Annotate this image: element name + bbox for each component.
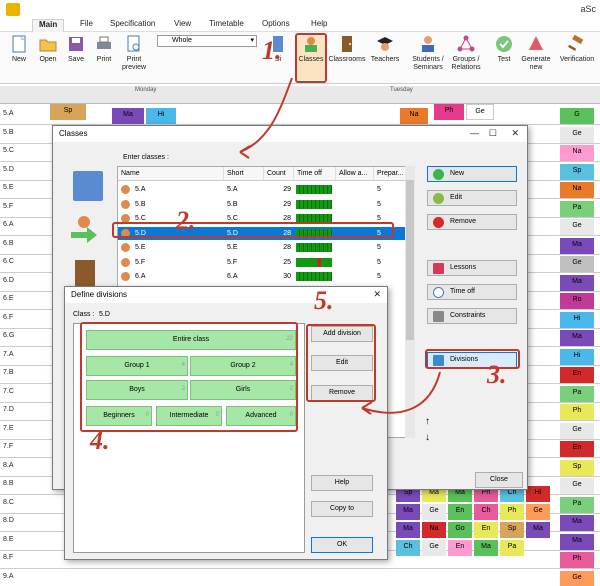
annotation-step-2: 2. xyxy=(176,206,196,235)
application-window: aSc Main File Specification View Timetab… xyxy=(0,0,600,586)
annotation-step-5: 5. xyxy=(314,286,334,315)
annotation-step-3: 3. xyxy=(487,360,507,389)
annotation-step-4: 4. xyxy=(90,426,110,455)
annotation-step-1: 1. xyxy=(262,36,282,65)
annotation-arrows xyxy=(239,77,441,415)
